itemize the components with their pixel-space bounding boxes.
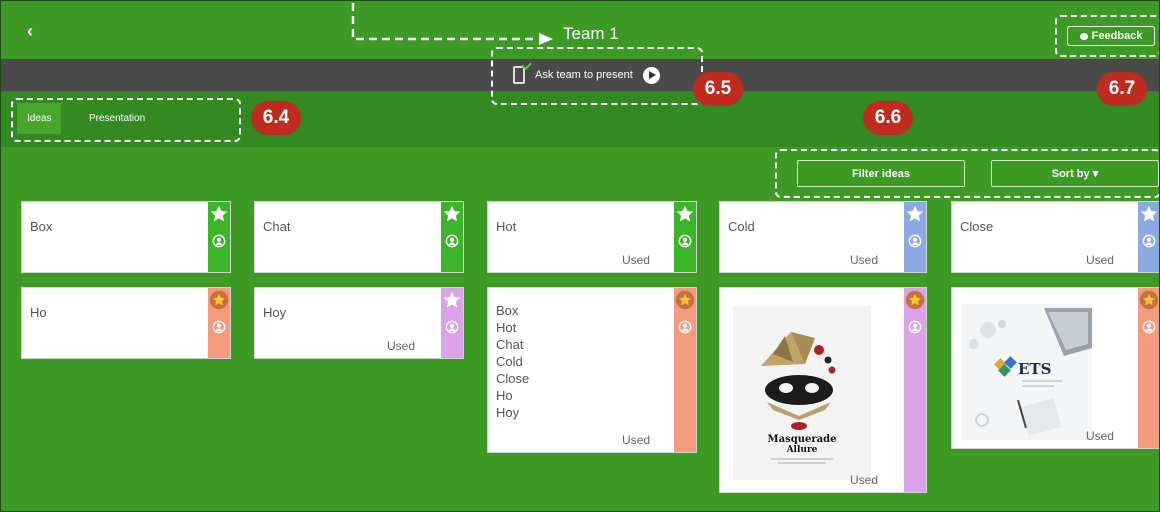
annotation-label-6-7: 6.7 [1097,72,1147,106]
annotation-label-6-5: 6.5 [693,72,743,106]
annotation-label-6-6: 6.6 [863,101,913,135]
annotation-label-6-4: 6.4 [251,101,301,135]
app-window: ‹ Team 1 Feedback Ask team to present Id… [0,0,1160,512]
annotation-arrow [351,3,553,45]
